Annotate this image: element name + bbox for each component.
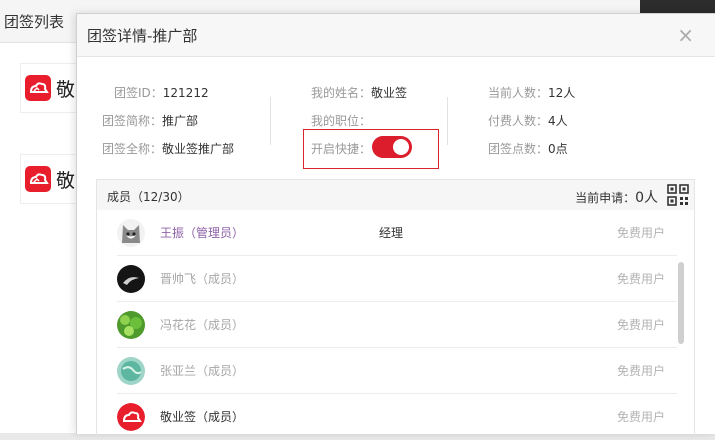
member-type: 免费用户 <box>616 364 665 378</box>
leaf-photo-avatar-icon <box>117 311 145 339</box>
member-type: 免费用户 <box>616 272 665 286</box>
member-type: 免费用户 <box>616 226 665 240</box>
pending-label: 当前申请： <box>575 191 636 205</box>
paid-count-row: 付费人数：4人 <box>488 112 568 129</box>
team-short-name-value: 推广部 <box>162 114 199 128</box>
pending-count: 0人 <box>635 190 658 206</box>
my-position-label: 我的职位： <box>311 114 372 128</box>
info-divider <box>447 97 448 145</box>
toggle-knob <box>393 139 409 155</box>
points-value: 0点 <box>548 142 568 156</box>
brand-logo-avatar-icon <box>117 403 145 431</box>
my-name-label: 我的姓名： <box>311 86 372 100</box>
team-id-row: 团签ID：121212 <box>114 84 209 101</box>
background-title: 团签列表 <box>4 13 65 31</box>
paid-count-label: 付费人数： <box>488 114 549 128</box>
background-card-2[interactable]: 敬 <box>20 154 82 204</box>
members-scrollbar[interactable] <box>678 262 684 344</box>
info-divider <box>270 97 271 145</box>
globe-avatar-icon <box>117 357 145 385</box>
brand-logo-icon <box>25 75 51 101</box>
member-row[interactable]: 冯花花（成员） 免费用户 <box>97 302 677 348</box>
member-name: 敬业签（成员） <box>160 410 245 424</box>
close-icon[interactable]: × <box>677 23 694 47</box>
members-panel: 成员（12/30） 当前申请：0人 王振（管理员） 经理 免费用户 晋帅飞（成员… <box>96 179 695 435</box>
member-row[interactable]: 敬业签（成员） 免费用户 <box>97 394 677 440</box>
members-header: 成员（12/30） 当前申请：0人 <box>97 180 694 210</box>
my-name-row: 我的姓名：敬业签 <box>311 84 407 101</box>
pending-applications[interactable]: 当前申请：0人 <box>575 187 658 207</box>
member-row[interactable]: 晋帅飞（成员） 免费用户 <box>97 256 677 302</box>
points-row: 团签点数：0点 <box>488 140 568 157</box>
points-label: 团签点数： <box>488 142 549 156</box>
shortcut-toggle[interactable] <box>372 136 412 158</box>
team-detail-dialog: 团签详情-推广部 × 团签ID：121212 团签简称：推广部 团签全称：敬业签… <box>76 13 715 435</box>
member-type: 免费用户 <box>616 410 665 424</box>
dialog-title: 团签详情-推广部 <box>87 27 198 45</box>
member-position: 经理 <box>379 226 404 240</box>
team-full-name-row: 团签全称：敬业签推广部 <box>102 140 234 157</box>
shortcut-highlight-box <box>303 129 439 169</box>
member-type: 免费用户 <box>616 318 665 332</box>
member-row[interactable]: 张亚兰（成员） 免费用户 <box>97 348 677 394</box>
dark-photo-avatar-icon <box>117 265 145 293</box>
desktop-background <box>640 0 715 14</box>
team-full-name-value: 敬业签推广部 <box>162 142 235 156</box>
brand-logo-icon <box>25 166 51 192</box>
member-name: 张亚兰（成员） <box>160 364 245 378</box>
team-id-label: 团签ID： <box>114 86 163 100</box>
background-card-text: 敬 <box>56 170 76 192</box>
member-name: 王振（管理员） <box>160 226 245 240</box>
team-short-name-label: 团签简称： <box>102 114 163 128</box>
team-id-value: 121212 <box>162 86 209 100</box>
current-count-row: 当前人数：12人 <box>488 84 575 101</box>
my-position-row: 我的职位： <box>311 112 371 129</box>
team-short-name-row: 团签简称：推广部 <box>102 112 198 129</box>
background-card-1[interactable]: 敬 <box>20 63 82 113</box>
cat-avatar-icon <box>117 219 145 247</box>
member-name: 晋帅飞（成员） <box>160 272 245 286</box>
member-row[interactable]: 王振（管理员） 经理 免费用户 <box>97 210 677 256</box>
dialog-header: 团签详情-推广部 × <box>77 14 715 57</box>
team-full-name-label: 团签全称： <box>102 142 163 156</box>
current-count-value: 12人 <box>548 86 576 100</box>
paid-count-value: 4人 <box>548 114 568 128</box>
members-title: 成员（12/30） <box>107 190 190 204</box>
my-name-value: 敬业签 <box>371 86 408 100</box>
qr-code-icon[interactable] <box>667 184 689 206</box>
member-name: 冯花花（成员） <box>160 318 245 332</box>
background-card-text: 敬 <box>56 79 76 101</box>
current-count-label: 当前人数： <box>488 86 549 100</box>
